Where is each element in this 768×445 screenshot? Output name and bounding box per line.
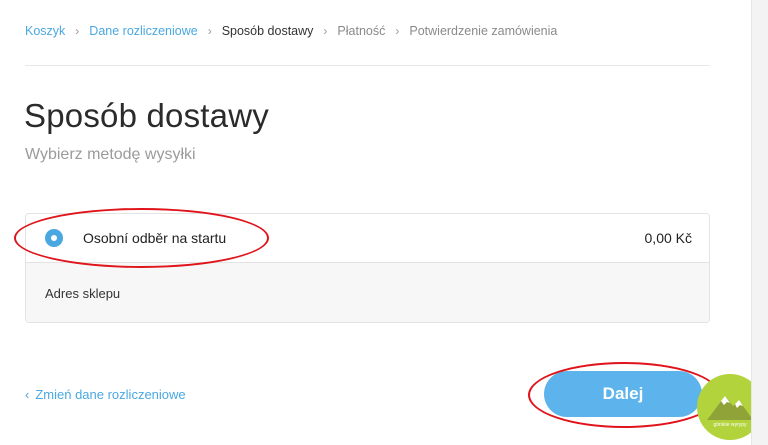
breadcrumb-item-cart[interactable]: Koszyk [25,24,65,38]
next-button[interactable]: Dalej [544,371,702,417]
shipping-option-label: Osobní odběr na startu [83,230,227,246]
chevron-left-icon: ‹ [25,387,30,402]
shipping-methods-panel: Osobní odběr na startu 0,00 Kč Adres skl… [25,213,710,323]
breadcrumb-item-payment: Płatność [337,24,386,38]
radio-selected-icon[interactable] [45,229,63,247]
shipping-option-price: 0,00 Kč [644,230,692,246]
right-edge-panel [751,0,768,445]
back-to-billing-link[interactable]: ‹ Zmień dane rozliczeniowe [25,387,186,402]
back-link-label: Zmień dane rozliczeniowe [35,387,186,402]
radio-dot [51,235,57,241]
breadcrumb-separator-icon: › [395,24,400,38]
breadcrumb-separator-icon: › [207,24,212,38]
shipping-option-pickup[interactable]: Osobní odběr na startu 0,00 Kč [26,214,709,263]
shop-address-row: Adres sklepu [26,263,709,322]
breadcrumb-item-shipping: Sposób dostawy [221,24,314,38]
checkout-page: Koszyk › Dane rozliczeniowe › Sposób dos… [0,0,768,445]
header-divider [25,65,710,66]
breadcrumb-separator-icon: › [75,24,80,38]
breadcrumb-item-confirmation: Potwierdzenie zamówienia [409,24,558,38]
breadcrumb-separator-icon: › [323,24,328,38]
page-subtitle: Wybierz metodę wysyłki [25,146,196,163]
breadcrumb-item-billing[interactable]: Dane rozliczeniowe [89,24,197,38]
breadcrumb: Koszyk › Dane rozliczeniowe › Sposób dos… [25,24,557,38]
page-title: Sposób dostawy [24,97,269,134]
shop-address-label: Adres sklepu [45,286,121,301]
